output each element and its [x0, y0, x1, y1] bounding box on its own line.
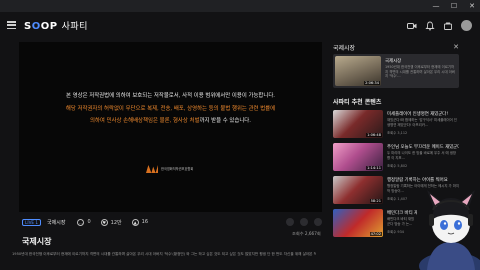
recommended-meta: 조회수 934 [387, 230, 404, 234]
notice-line-2: 해당 저작권자의 허락없이 무단으로 복제, 전송, 배포, 상영하는 등의 불… [65, 105, 276, 112]
heart-icon: ♥ [100, 218, 108, 226]
sidebar-close-icon[interactable]: ✕ [453, 43, 459, 51]
recommended-meta: 조회수 5,802 [387, 164, 408, 168]
now-playing-item[interactable]: 2:06:34 국제시장 1950년대 한국전쟁 이후로부터 현재에 이르기까지… [333, 54, 459, 88]
up-count: 16 [141, 219, 149, 225]
notice-line-3-orange: 의하여 민사상 손해배상책임은 물론, 형사상 처벌 [90, 118, 200, 124]
recommended-title: 미세플레이어 인생명연 재밌군다! [387, 112, 449, 117]
notice-line-3-white: 까지 받을 수 있습니다. [199, 118, 251, 124]
copyright-notice: 본 영상은 저작권법에 의하여 보호되는 저작물로서, 사적 이용 범위에서만 … [39, 90, 302, 128]
recommended-meta: 조회수 1,407 [387, 197, 408, 201]
recommended-duration: 1:06:48 [366, 133, 382, 137]
info-actions [286, 218, 322, 226]
view-count: 조회수 2,667회 [292, 231, 321, 236]
close-window-icon[interactable]: ✕ [468, 0, 476, 12]
comment-icon: … [77, 218, 85, 226]
recommended-desc: 두 마리의 나이도 한 방울 바로에 우주 서 에 생방향 이 지포... [387, 151, 456, 160]
category-link[interactable]: 국제시장 [47, 219, 65, 226]
site-logo[interactable]: SOOP 사파티 [24, 19, 88, 32]
header-actions [407, 20, 472, 31]
now-playing-title: 국제시장 [385, 59, 402, 64]
video-upload-icon[interactable] [407, 21, 417, 31]
video-description: 1950년대 한국전쟁 이후로부터 현재에 이르기까지 격변의 시대를 관통하며… [12, 252, 316, 256]
browser-title-bar: — ☐ ✕ [0, 0, 480, 12]
notice-line-3: 의하여 민사상 손해배상책임은 물론, 형사상 처벌까지 받을 수 있습니다. [39, 115, 302, 128]
recommended-thumbnail: 58:21 [333, 176, 383, 204]
now-playing-desc: 1950년대 한국전쟁 이후로부터 현재에 이르기까지 격변의 시대를 관통하며… [385, 65, 455, 79]
recommended-title: 배민다크 바티 재밌군다 [387, 211, 417, 216]
recommended-title: 주인님 오늘도 부끄러운 메이드 재밌군다! [387, 145, 459, 150]
recommended-item[interactable]: 1:14:11 주인님 오늘도 부끄러운 메이드 재밌군다! 두 마리의 나이도… [333, 143, 459, 171]
now-playing-duration: 2:06:34 [364, 81, 380, 85]
bookmark-icon[interactable] [300, 218, 308, 226]
thumbs-up-icon: ▲ [131, 218, 139, 226]
user-avatar[interactable] [461, 20, 472, 31]
site-logo-subtitle: 사파티 [61, 22, 88, 32]
recommended-thumbnail: 47:02 [333, 209, 383, 237]
recommended-desc: 재밌군다!와 함께하는 '감구석서' 미세플레이어 인생명연 재밌군다! 아프리… [387, 118, 457, 127]
store-icon[interactable] [443, 21, 453, 31]
up-button[interactable]: ▲ 16 [131, 218, 149, 226]
recommended-duration: 1:14:11 [366, 166, 382, 170]
comment-count: 0 [87, 219, 91, 225]
recommended-meta: 조회수 3,112 [387, 131, 408, 135]
recommended-item[interactable]: 1:06:48 미세플레이어 인생명연 재밌군다! 재밌군다!와 함께하는 '감… [333, 110, 459, 138]
recommended-desc: 배민다크 바티 재밌군다 방송 가 는... [387, 217, 415, 226]
maximize-icon[interactable]: ☐ [450, 0, 458, 12]
share-icon[interactable] [286, 218, 294, 226]
now-playing-thumbnail: 2:06:34 [335, 56, 381, 86]
recommended-duration: 58:21 [369, 199, 382, 203]
copyright-org-logo: 한국영화저작권보호협회 [146, 165, 201, 173]
recommended-thumbnail: 1:06:48 [333, 110, 383, 138]
video-title: 국제시장 [22, 237, 52, 246]
notification-bell-icon[interactable] [425, 21, 435, 31]
more-options-icon[interactable] [314, 218, 322, 226]
hamburger-menu-icon[interactable] [7, 21, 16, 29]
video-info-row: LIVE 1 국제시장 … 0 ♥ 12만 ▲ 16 [22, 216, 322, 228]
notice-line-1: 본 영상은 저작권법에 의하여 보호되는 저작물로서, 사적 이용 범위에서만 … [65, 93, 276, 99]
minimize-icon[interactable]: — [432, 0, 440, 12]
org-name: 한국영화저작권보호협회 [161, 167, 194, 171]
video-player[interactable]: 본 영상은 저작권법에 의하여 보호되는 저작물로서, 사적 이용 범위에서만 … [19, 42, 322, 212]
site-header: SOOP 사파티 [0, 12, 480, 40]
webcam-overlay [419, 190, 480, 270]
sidebar-header: 국제시장 ✕ [333, 41, 459, 53]
live-badge: LIVE 1 [22, 218, 42, 226]
recommended-thumbnail: 1:14:11 [333, 143, 383, 171]
like-count: 12만 [110, 219, 122, 226]
comment-button[interactable]: … 0 [77, 218, 91, 226]
recommended-duration: 47:02 [369, 232, 382, 236]
sidebar-title: 국제시장 [333, 44, 356, 52]
like-button[interactable]: ♥ 12만 [100, 218, 122, 226]
org-logo-icon [146, 165, 158, 173]
recommended-section-title: 사파티 추천 콘텐츠 [333, 99, 382, 106]
